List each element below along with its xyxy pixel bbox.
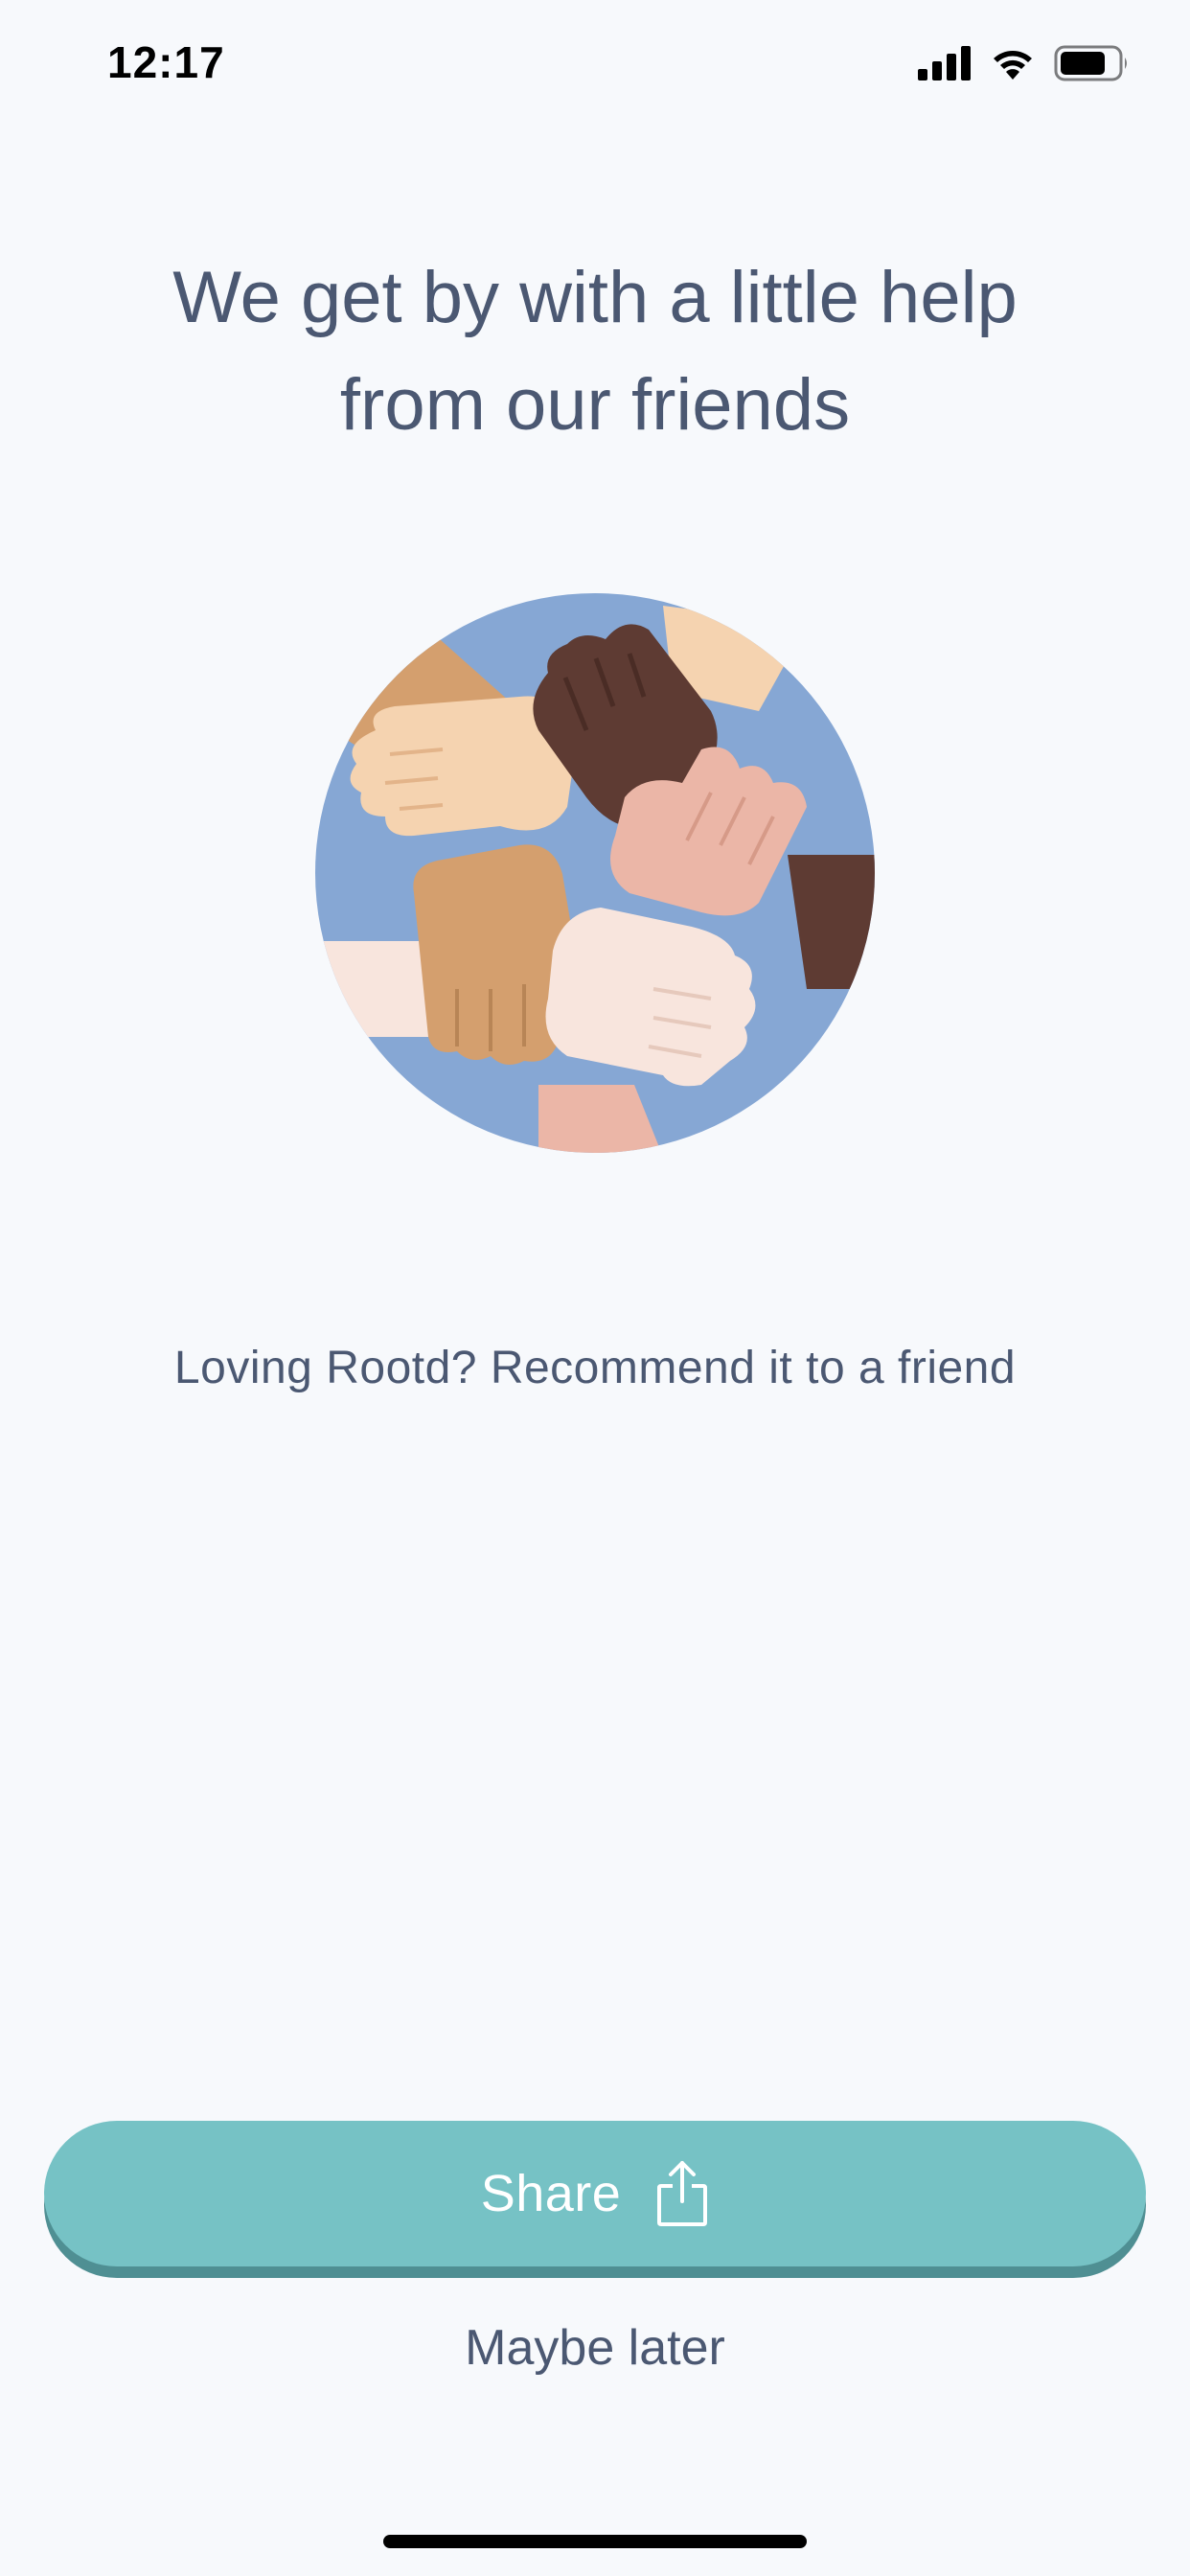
headline: We get by with a little help from our fr… [96,244,1094,459]
maybe-later-button[interactable]: Maybe later [0,2319,1190,2377]
wifi-icon [994,51,1032,80]
status-time: 12:17 [107,37,225,87]
share-button[interactable]: Share [44,2121,1146,2266]
recommend-text: Loving Rootd? Recommend it to a friend [173,1343,1017,1393]
headline-line-2: from our friends [339,364,851,446]
headline-line-1: We get by with a little help [172,257,1018,338]
cellular-signal-icon [918,46,971,80]
battery-icon [1054,45,1127,81]
status-bar: 12:17 [0,0,1190,125]
share-button-label: Share [480,2165,622,2222]
share-icon [657,2161,708,2226]
home-indicator[interactable] [383,2535,807,2548]
share-screen: 12:17 We get by with a little help from [0,0,1190,2576]
status-icons [918,42,1131,84]
hands-circle-illustration [315,593,875,1153]
